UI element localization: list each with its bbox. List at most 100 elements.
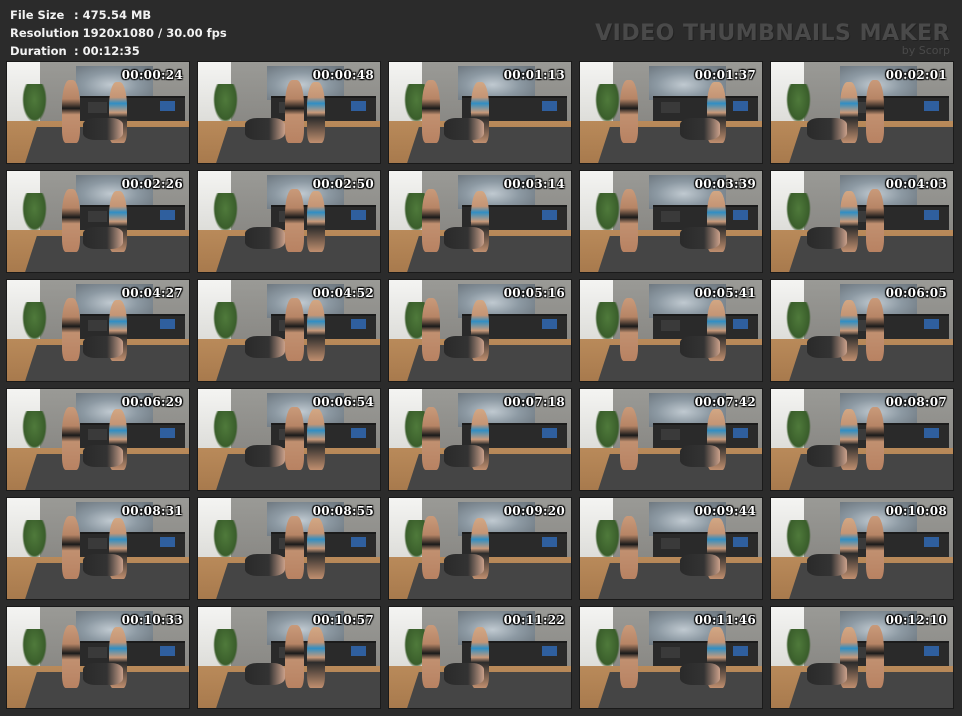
video-thumbnail[interactable]: 00:04:52: [197, 279, 381, 382]
person-figure: [83, 335, 124, 358]
scene-plant: [21, 629, 48, 668]
video-thumbnail[interactable]: 00:03:39: [579, 170, 763, 273]
video-thumbnail[interactable]: 00:01:37: [579, 61, 763, 164]
video-thumbnail[interactable]: 00:05:41: [579, 279, 763, 382]
video-thumbnail[interactable]: 00:10:33: [6, 606, 190, 709]
timestamp: 00:06:05: [885, 286, 947, 300]
timestamp: 00:05:41: [694, 286, 756, 300]
video-thumbnail[interactable]: 00:07:42: [579, 388, 763, 491]
timestamp: 00:01:37: [694, 68, 756, 82]
watermark: VIDEO THUMBNAILS MAKER by Scorp: [595, 22, 950, 58]
video-thumbnail[interactable]: 00:12:10: [770, 606, 954, 709]
video-thumbnail[interactable]: 00:08:55: [197, 497, 381, 600]
person-figure: [620, 625, 639, 688]
scene-plant: [594, 411, 621, 450]
video-thumbnail[interactable]: 00:02:01: [770, 61, 954, 164]
timestamp: 00:06:29: [121, 395, 183, 409]
duration-row: Duration : 00:12:35: [10, 42, 227, 60]
person-figure: [307, 409, 326, 470]
person-figure: [443, 444, 484, 467]
video-thumbnail[interactable]: 00:05:16: [388, 279, 572, 382]
person-figure: [807, 335, 848, 358]
person-figure: [620, 407, 639, 470]
person-figure: [443, 335, 484, 358]
video-thumbnail[interactable]: 00:00:24: [6, 61, 190, 164]
person-figure: [421, 625, 440, 688]
file-size-label: File Size: [10, 8, 65, 22]
video-thumbnail[interactable]: 00:06:54: [197, 388, 381, 491]
person-figure: [421, 407, 440, 470]
timestamp: 00:11:22: [503, 613, 565, 627]
person-figure: [443, 662, 484, 685]
person-figure: [307, 518, 326, 579]
thumbnail-grid: 00:00:24 00:00:48 00:01:13 00:01:37 00:02:01…: [6, 61, 954, 709]
timestamp: 00:03:14: [503, 177, 565, 191]
timestamp: 00:09:20: [503, 504, 565, 518]
person-figure: [865, 516, 884, 579]
person-figure: [807, 117, 848, 140]
timestamp: 00:12:10: [885, 613, 947, 627]
scene-plant: [212, 193, 239, 232]
video-thumbnail[interactable]: 00:02:50: [197, 170, 381, 273]
person-figure: [620, 189, 639, 252]
person-figure: [245, 553, 286, 576]
person-figure: [807, 553, 848, 576]
person-figure: [620, 80, 639, 143]
video-thumbnail[interactable]: 00:09:44: [579, 497, 763, 600]
video-thumbnail[interactable]: 00:06:29: [6, 388, 190, 491]
video-thumbnail[interactable]: 00:01:13: [388, 61, 572, 164]
person-figure: [285, 298, 304, 361]
video-thumbnail[interactable]: 00:11:22: [388, 606, 572, 709]
person-figure: [83, 226, 124, 249]
timestamp: 00:07:18: [503, 395, 565, 409]
person-figure: [285, 189, 304, 252]
scene-plant: [21, 84, 48, 123]
person-figure: [83, 662, 124, 685]
person-figure: [245, 662, 286, 685]
timestamp: 00:08:55: [312, 504, 374, 518]
person-figure: [865, 625, 884, 688]
scene-plant: [594, 84, 621, 123]
scene-plant: [594, 629, 621, 668]
person-figure: [285, 625, 304, 688]
person-figure: [680, 117, 721, 140]
person-figure: [807, 226, 848, 249]
timestamp: 00:07:42: [694, 395, 756, 409]
person-figure: [443, 117, 484, 140]
person-figure: [680, 662, 721, 685]
timestamp: 00:00:48: [312, 68, 374, 82]
person-figure: [865, 298, 884, 361]
video-thumbnail[interactable]: 00:09:20: [388, 497, 572, 600]
person-figure: [421, 80, 440, 143]
video-thumbnail[interactable]: 00:11:46: [579, 606, 763, 709]
video-thumbnail[interactable]: 00:06:05: [770, 279, 954, 382]
video-thumbnail[interactable]: 00:00:48: [197, 61, 381, 164]
scene-plant: [212, 629, 239, 668]
video-thumbnail[interactable]: 00:10:57: [197, 606, 381, 709]
person-figure: [245, 335, 286, 358]
video-thumbnail[interactable]: 00:03:14: [388, 170, 572, 273]
video-thumbnail[interactable]: 00:08:31: [6, 497, 190, 600]
video-thumbnail[interactable]: 00:02:26: [6, 170, 190, 273]
scene-plant: [21, 193, 48, 232]
person-figure: [83, 117, 124, 140]
person-figure: [307, 300, 326, 361]
thumbnail-sheet: File Size : 475.54 MB Resolution : 1920x…: [0, 0, 962, 716]
person-figure: [285, 80, 304, 143]
video-thumbnail[interactable]: 00:10:08: [770, 497, 954, 600]
video-thumbnail[interactable]: 00:04:03: [770, 170, 954, 273]
resolution-value: : 1920x1080 / 30.00 fps: [74, 26, 227, 40]
person-figure: [61, 298, 80, 361]
scene-plant: [212, 520, 239, 559]
person-figure: [807, 662, 848, 685]
timestamp: 00:00:24: [121, 68, 183, 82]
scene-plant: [21, 520, 48, 559]
video-thumbnail[interactable]: 00:07:18: [388, 388, 572, 491]
person-figure: [61, 189, 80, 252]
scene-plant: [21, 302, 48, 341]
person-figure: [807, 444, 848, 467]
video-thumbnail[interactable]: 00:04:27: [6, 279, 190, 382]
scene-plant: [785, 520, 812, 559]
person-figure: [865, 189, 884, 252]
video-thumbnail[interactable]: 00:08:07: [770, 388, 954, 491]
